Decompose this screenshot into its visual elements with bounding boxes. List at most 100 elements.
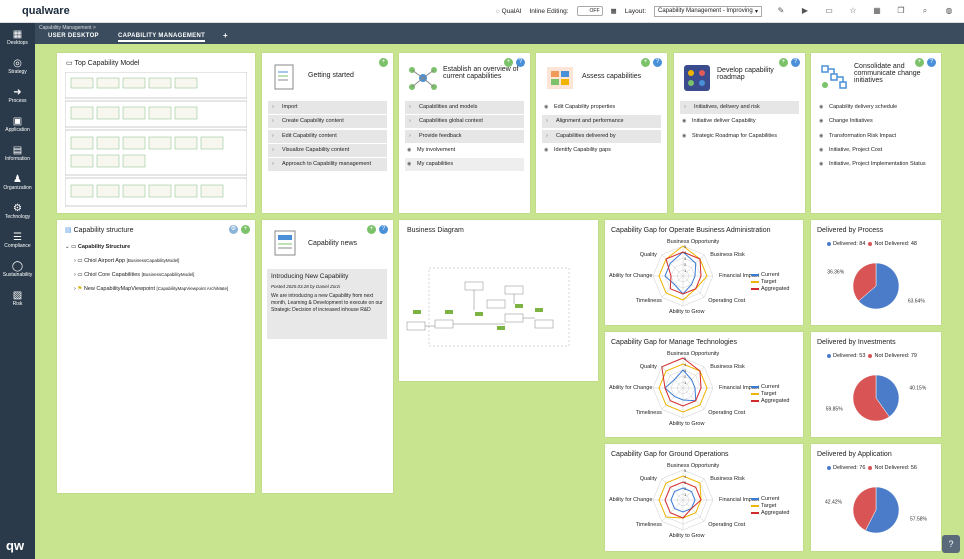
menu-item[interactable]: My capabilities xyxy=(405,158,524,172)
grid-icon[interactable]: ▦ xyxy=(872,6,882,16)
paint-icon[interactable]: ✎ xyxy=(776,6,786,16)
menu-item[interactable]: Capabilities delivered by xyxy=(542,129,661,143)
pie-slice-label: 63.64% xyxy=(908,299,926,305)
card-pie-3: Delivered by Application 57.58% 42.42% Del… xyxy=(811,444,941,551)
menu-item[interactable]: Initiatives, delivery and risk xyxy=(680,101,799,114)
menu-item[interactable]: Import xyxy=(268,101,387,114)
sidebar-item-technology[interactable]: ⚙ Technology xyxy=(0,197,35,226)
user-icon[interactable]: ◍ xyxy=(944,6,954,16)
menu-item[interactable]: Create Capability content xyxy=(268,115,387,129)
network-icon xyxy=(409,67,437,90)
pie-slice-label: 59.85% xyxy=(826,407,844,413)
star-icon[interactable]: ☆ xyxy=(848,6,858,16)
card-radar-2: Capability Gap for Manage Technologies 1… xyxy=(605,332,803,437)
card-assess: + ? Assess capabilities Edit Capability … xyxy=(536,53,667,213)
roadmap-icon xyxy=(684,65,710,91)
sidebar-item-sustainability[interactable]: ◯ Sustainability xyxy=(0,255,35,284)
add-icon[interactable]: + xyxy=(241,225,250,234)
technology-icon: ⚙ xyxy=(13,203,22,214)
sidebar-item-information[interactable]: ▤ Information xyxy=(0,139,35,168)
settings-icon[interactable]: ⚙ xyxy=(229,225,238,234)
pie-chart: 57.58% 42.42% xyxy=(825,486,928,534)
sidebar-item-label: Organization xyxy=(3,185,32,191)
add-icon[interactable]: + xyxy=(379,58,388,67)
tab-user-desktop[interactable]: USER DESKTOP xyxy=(48,33,99,39)
add-icon[interactable]: + xyxy=(779,58,788,67)
sidebar-item-application[interactable]: ▣ Application xyxy=(0,110,35,139)
menu-item[interactable]: Approach to Capability management xyxy=(268,158,387,172)
help-icon[interactable]: ? xyxy=(791,58,800,67)
sidebar-item-process[interactable]: ➜ Process xyxy=(0,81,35,110)
card-title: Assess capabilities xyxy=(582,73,642,80)
chart-title: Delivered by Investments xyxy=(817,339,896,346)
menu-item[interactable]: Edit Capability properties xyxy=(542,101,661,114)
tree-root[interactable]: ⌄ ▭ Capability Structure xyxy=(65,240,228,254)
menu-item[interactable]: Visualize Capability content xyxy=(268,143,387,157)
add-tab-button[interactable]: + xyxy=(223,31,228,40)
chart-title: Delivered by Process xyxy=(817,227,884,234)
tree-item[interactable]: › ▭ Chiol Airport App [BusinessCapabilit… xyxy=(65,254,228,268)
strategy-icon: ◎ xyxy=(13,58,22,69)
capability-model-thumbnail[interactable] xyxy=(65,72,247,208)
menu-item[interactable]: Initiative deliver Capability xyxy=(680,115,799,128)
video-icon[interactable]: ▶ xyxy=(800,6,810,16)
add-icon[interactable]: + xyxy=(641,58,650,67)
tab-capability-management[interactable]: CAPABILITY MANAGEMENT xyxy=(118,33,206,42)
sidebar-item-risk[interactable]: ▨ Risk xyxy=(0,284,35,313)
radar-axis-label: Business Risk xyxy=(710,363,745,370)
information-icon: ▤ xyxy=(12,145,23,156)
sidebar-item-organization[interactable]: ♟ Organization xyxy=(0,168,35,197)
radar-tick-label: 3 xyxy=(684,368,687,373)
radar-tick-label: 2 xyxy=(684,486,687,491)
sidebar-item-label: Process xyxy=(8,98,27,104)
add-icon[interactable]: + xyxy=(367,225,376,234)
menu-item[interactable]: Provide feedback xyxy=(405,129,524,143)
radar-legend: Current Target Aggregated xyxy=(751,272,789,293)
tree-item[interactable]: › ▭ Chiol Core Capabilities [BusinessCap… xyxy=(65,268,228,282)
radar-tick-label: 2 xyxy=(684,262,687,267)
menu-item[interactable]: Edit Capability content xyxy=(268,129,387,143)
business-diagram-thumbnail[interactable] xyxy=(405,260,575,350)
search-icon[interactable]: ⌕ xyxy=(920,6,930,16)
news-item[interactable]: Introducing New Capability Posted 2025.0… xyxy=(267,269,387,339)
menu-item[interactable]: Identify Capability gaps xyxy=(542,144,661,157)
sidebar-item-compliance[interactable]: ☰ Compliance xyxy=(0,226,35,255)
help-button[interactable]: ? xyxy=(942,535,960,553)
layout-select[interactable]: Capability Management - Improving ▾ xyxy=(654,5,762,17)
news-meta: Posted 2025.03.28 by Daniel Zorzi xyxy=(271,284,341,289)
card-title: Business Diagram xyxy=(407,227,464,234)
copy-icon[interactable]: ❐ xyxy=(896,6,906,16)
sustainability-icon: ◯ xyxy=(11,261,24,272)
help-icon[interactable]: ? xyxy=(379,225,388,234)
menu-item[interactable]: Initiative, Project Cost xyxy=(817,144,935,157)
layout-label: Layout: xyxy=(624,7,646,15)
menu-item[interactable]: Strategic Roadmap for Capabilities xyxy=(680,130,799,143)
sidebar-item-strategy[interactable]: ◎ Strategy xyxy=(0,52,35,81)
menu-item[interactable]: Capabilities and models xyxy=(405,101,524,114)
radar-axis-label: Ability to Grow xyxy=(669,309,705,315)
sidebar-item-desktops[interactable]: ▦ Desktops xyxy=(0,23,35,52)
menu-item[interactable]: Capability delivery schedule xyxy=(817,101,935,114)
breadcrumb[interactable]: Capability Management > xyxy=(39,25,96,31)
inline-editing-toggle[interactable]: OFF xyxy=(576,6,603,16)
radar-tick-label: 4 xyxy=(684,474,687,479)
qualai-button[interactable]: ◌ QualAI xyxy=(496,8,522,15)
menu-item[interactable]: Change Initiatives xyxy=(817,115,935,128)
card-pie-2: Delivered by Investments 40.15% 59.85% Del… xyxy=(811,332,941,437)
legend-entry: Current xyxy=(751,496,789,503)
organization-icon: ♟ xyxy=(13,174,22,185)
overview-menu: Capabilities and models Capabilities glo… xyxy=(405,101,524,172)
menu-item[interactable]: Capabilities global context xyxy=(405,115,524,129)
tree-item[interactable]: › ⚑ New CapabilityMapViewpoint [Capabili… xyxy=(65,282,228,296)
legend-entry: Current xyxy=(751,272,789,279)
menu-item[interactable]: Alignment and performance xyxy=(542,115,661,129)
menu-item[interactable]: Transformation Risk Impact xyxy=(817,130,935,143)
layout-icon: ▦ xyxy=(610,8,617,15)
radar-axis-label: Operating Cost xyxy=(708,522,746,529)
chat-icon[interactable]: ▭ xyxy=(824,6,834,16)
help-icon[interactable]: ? xyxy=(653,58,662,67)
card-title: Capability news xyxy=(308,240,358,247)
structure-tree: ⌄ ▭ Capability Structure › ▭ Chiol Airpo… xyxy=(65,240,228,296)
menu-item[interactable]: Initiative, Project Implementation Statu… xyxy=(817,158,935,171)
menu-item[interactable]: My involvement xyxy=(405,144,524,157)
